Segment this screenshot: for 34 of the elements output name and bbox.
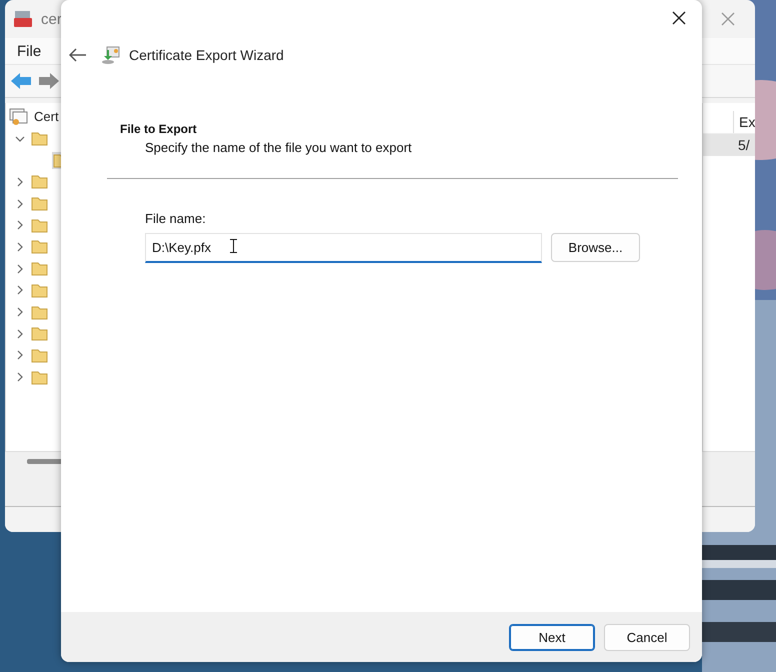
dialog-title: Certificate Export Wizard [129,47,284,63]
toolbox-icon [13,10,33,28]
folder-icon [31,239,48,254]
tree-item[interactable]: Cert [34,109,59,124]
folder-icon [31,131,48,146]
folder-icon [31,261,48,276]
menu-item[interactable]: File [17,42,42,60]
text-cursor-icon [230,239,237,253]
certificate-icon [9,108,29,126]
column-header[interactable]: Ex [733,111,755,133]
back-arrow-icon[interactable] [10,72,32,90]
close-icon [672,11,686,25]
folder-icon [31,282,48,298]
window-title: cer [41,10,62,28]
dialog-button[interactable]: Next [509,624,595,650]
close-icon [721,12,735,26]
folder-icon [31,174,48,190]
certificate-export-icon [101,45,121,65]
list-row[interactable]: 5/ [703,134,755,156]
back-button[interactable] [69,48,87,62]
folder-icon [31,348,48,363]
section-description: Specify the name of the file you want to export [145,140,413,155]
chevron-down-icon[interactable] [14,134,26,144]
folder-icon [31,196,48,212]
browse-button[interactable]: Browse... [551,233,640,262]
field-label: File name: [145,211,207,226]
folder-icon [31,326,48,342]
dialog-button[interactable]: Cancel [604,624,690,650]
forward-arrow-icon[interactable] [38,72,60,90]
folder-icon [31,304,48,320]
section-heading: File to Export [120,122,198,136]
folder-icon [31,218,48,233]
file-name-field[interactable]: D:\Key.pfx [145,233,542,263]
folder-icon [31,370,48,385]
